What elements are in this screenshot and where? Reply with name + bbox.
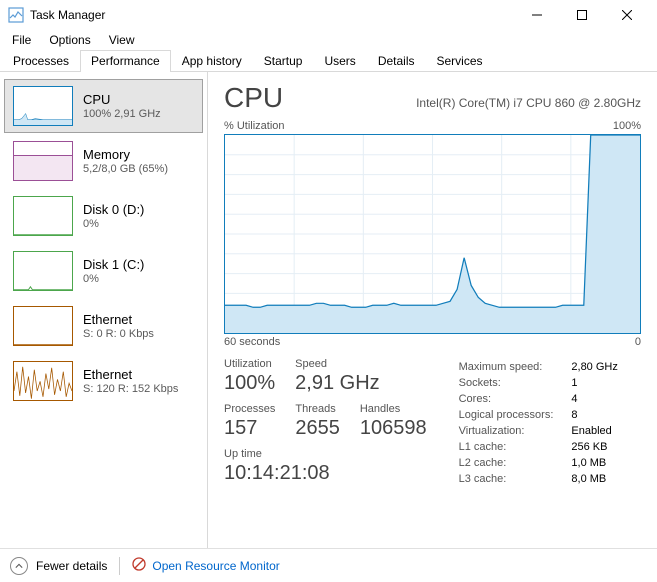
sidebar-item-sub: 0% <box>83 218 144 230</box>
stat-label: L1 cache: <box>459 440 570 454</box>
stat-label: Maximum speed: <box>459 360 570 374</box>
stat-value: 4 <box>571 392 617 406</box>
sidebar-item-memory[interactable]: Memory 5,2/8,0 GB (65%) <box>4 134 203 188</box>
chart-ylabel: % Utilization <box>224 120 285 132</box>
ethernet-thumb-icon <box>13 306 73 346</box>
cpu-thumb-icon <box>13 86 73 126</box>
sidebar-item-eth1[interactable]: Ethernet S: 120 R: 152 Kbps <box>4 354 203 408</box>
titlebar: Task Manager <box>0 0 657 30</box>
detail-title: CPU <box>224 82 283 114</box>
stat-value-uptime: 10:14:21:08 <box>224 462 427 485</box>
stat-value: 8 <box>571 408 617 422</box>
menu-view[interactable]: View <box>101 31 143 49</box>
stat-value: 1,0 MB <box>571 456 617 470</box>
sidebar-item-cpu[interactable]: CPU 100% 2,91 GHz <box>4 79 203 133</box>
sidebar-item-label: Ethernet <box>83 367 178 382</box>
stat-label: Logical processors: <box>459 408 570 422</box>
tab-processes[interactable]: Processes <box>2 50 80 72</box>
sidebar-item-sub: 100% 2,91 GHz <box>83 108 161 120</box>
sidebar-item-label: Disk 1 (C:) <box>83 257 144 272</box>
close-button[interactable] <box>604 1 649 30</box>
stats-details: Maximum speed:2,80 GHz Sockets:1 Cores:4… <box>457 358 620 488</box>
sidebar-item-label: CPU <box>83 92 161 107</box>
disk-thumb-icon <box>13 251 73 291</box>
stat-label: Sockets: <box>459 376 570 390</box>
tab-app-history[interactable]: App history <box>171 50 253 72</box>
stat-value-speed: 2,91 GHz <box>295 372 379 395</box>
sidebar-item-sub: S: 0 R: 0 Kbps <box>83 328 154 340</box>
sidebar-item-sub: S: 120 R: 152 Kbps <box>83 383 178 395</box>
tabstrip: Processes Performance App history Startu… <box>0 50 657 72</box>
stat-label: Virtualization: <box>459 424 570 438</box>
chart-ymax: 100% <box>613 120 641 132</box>
menu-options[interactable]: Options <box>41 31 98 49</box>
sidebar-item-sub: 0% <box>83 273 144 285</box>
memory-thumb-icon <box>13 141 73 181</box>
sidebar-item-eth0[interactable]: Ethernet S: 0 R: 0 Kbps <box>4 299 203 353</box>
stat-label: L3 cache: <box>459 472 570 486</box>
tab-users[interactable]: Users <box>313 50 366 72</box>
resource-monitor-icon <box>132 557 146 574</box>
stat-label: L2 cache: <box>459 456 570 470</box>
stat-label: Speed <box>295 358 379 370</box>
stat-label: Utilization <box>224 358 275 370</box>
sidebar-item-sub: 5,2/8,0 GB (65%) <box>83 163 168 175</box>
ethernet-thumb-icon <box>13 361 73 401</box>
stat-value: 2,80 GHz <box>571 360 617 374</box>
stat-value-processes: 157 <box>224 417 275 440</box>
chevron-up-icon[interactable] <box>10 557 28 575</box>
stat-label: Cores: <box>459 392 570 406</box>
tab-performance[interactable]: Performance <box>80 50 171 72</box>
app-icon <box>8 7 24 23</box>
open-resource-monitor-link[interactable]: Open Resource Monitor <box>132 557 279 574</box>
sidebar-item-disk1[interactable]: Disk 1 (C:) 0% <box>4 244 203 298</box>
stat-label: Handles <box>360 403 427 415</box>
stat-value: 8,0 MB <box>571 472 617 486</box>
stat-label: Processes <box>224 403 275 415</box>
detail-pane: CPU Intel(R) Core(TM) i7 CPU 860 @ 2.80G… <box>208 72 657 548</box>
stat-value: Enabled <box>571 424 617 438</box>
stat-value-threads: 2655 <box>295 417 340 440</box>
stat-label: Threads <box>295 403 340 415</box>
tab-details[interactable]: Details <box>367 50 426 72</box>
stat-value: 1 <box>571 376 617 390</box>
sidebar-item-label: Ethernet <box>83 312 154 327</box>
stat-value-handles: 106598 <box>360 417 427 440</box>
menu-file[interactable]: File <box>4 31 39 49</box>
maximize-button[interactable] <box>559 1 604 30</box>
stat-value: 256 KB <box>571 440 617 454</box>
separator <box>119 557 120 575</box>
link-label: Open Resource Monitor <box>152 559 279 573</box>
stat-value-utilization: 100% <box>224 372 275 395</box>
menubar: File Options View <box>0 30 657 50</box>
chart-xlabel: 60 seconds <box>224 336 280 348</box>
sidebar: CPU 100% 2,91 GHz Memory 5,2/8,0 GB (65%… <box>0 72 208 548</box>
minimize-button[interactable] <box>514 1 559 30</box>
fewer-details-link[interactable]: Fewer details <box>36 559 107 573</box>
window-title: Task Manager <box>30 8 514 22</box>
disk-thumb-icon <box>13 196 73 236</box>
tab-startup[interactable]: Startup <box>253 50 314 72</box>
sidebar-item-label: Disk 0 (D:) <box>83 202 144 217</box>
detail-subtitle: Intel(R) Core(TM) i7 CPU 860 @ 2.80GHz <box>416 96 641 110</box>
footer: Fewer details Open Resource Monitor <box>0 548 657 582</box>
sidebar-item-disk0[interactable]: Disk 0 (D:) 0% <box>4 189 203 243</box>
tab-services[interactable]: Services <box>426 50 494 72</box>
stat-label: Up time <box>224 448 427 460</box>
cpu-chart <box>224 134 641 334</box>
chart-xmax: 0 <box>635 336 641 348</box>
sidebar-item-label: Memory <box>83 147 168 162</box>
